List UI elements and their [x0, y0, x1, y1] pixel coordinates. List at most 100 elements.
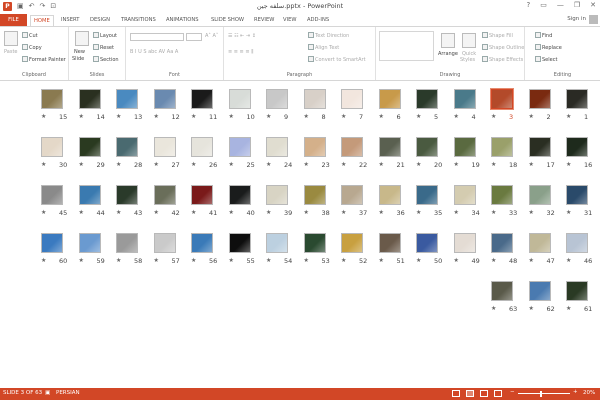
slide-thumbnail-item[interactable]: ★ 4 [453, 89, 476, 121]
slide-thumbnail[interactable] [228, 233, 251, 253]
reset-button[interactable]: Reset [93, 44, 114, 51]
slide-thumbnail[interactable] [453, 185, 476, 205]
slide-thumbnail-item[interactable]: ★ 3 [491, 89, 513, 121]
slide-thumbnail[interactable] [416, 233, 438, 253]
tab-insert[interactable]: INSERT [61, 15, 79, 26]
slide-thumbnail[interactable] [266, 89, 288, 109]
select-button[interactable]: Select [535, 56, 557, 63]
shape-fill-button[interactable]: Shape Fill [482, 32, 513, 39]
slide-thumbnail[interactable] [491, 137, 513, 157]
shape-effects-button[interactable]: Shape Effects [482, 56, 523, 63]
slide-thumbnail-item[interactable]: ★ 19 [453, 137, 480, 169]
font-name-box[interactable] [130, 33, 184, 41]
slide-thumbnail[interactable] [491, 281, 513, 301]
slide-thumbnail-item[interactable]: ★ 34 [453, 185, 480, 217]
slide-thumbnail-item[interactable]: ★ 33 [491, 185, 517, 217]
quick-styles-icon[interactable] [462, 33, 476, 48]
slide-thumbnail[interactable] [416, 89, 438, 109]
close-icon[interactable]: ✕ [590, 1, 596, 9]
slide-thumbnail[interactable] [341, 233, 363, 253]
slide-thumbnail-item[interactable]: ★ 43 [116, 185, 142, 217]
arrange-button[interactable]: Arrange [438, 51, 458, 57]
slide-thumbnail[interactable] [116, 137, 138, 157]
slide-thumbnail[interactable] [228, 89, 251, 109]
slide-thumbnail-item[interactable]: ★ 31 [566, 185, 592, 217]
slide-thumbnail-item[interactable]: ★ 39 [266, 185, 292, 217]
slide-thumbnail[interactable] [491, 185, 513, 205]
slide-thumbnail[interactable] [191, 89, 213, 109]
slide-thumbnail-item[interactable]: ★ 30 [41, 137, 67, 169]
find-button[interactable]: Find [535, 32, 552, 39]
slide-thumbnail-item[interactable]: ★ 42 [153, 185, 180, 217]
slide-thumbnail[interactable] [78, 89, 101, 109]
zoom-level[interactable]: 20% [583, 390, 595, 396]
tab-home[interactable]: HOME [30, 15, 54, 26]
slide-thumbnail-item[interactable]: ★ 49 [453, 233, 480, 265]
replace-button[interactable]: Replace [535, 44, 562, 51]
arrange-icon[interactable] [441, 33, 455, 48]
slide-thumbnail[interactable] [266, 233, 288, 253]
ribbon-display-options-icon[interactable]: ▭ [540, 1, 547, 9]
slide-thumbnail-item[interactable]: ★ 40 [228, 185, 255, 217]
font-size-box[interactable] [186, 33, 202, 41]
shape-outline-button[interactable]: Shape Outline [482, 44, 524, 51]
slide-thumbnail-item[interactable]: ★ 7 [341, 89, 363, 121]
zoom-slider[interactable] [518, 393, 570, 394]
slide-thumbnail-item[interactable]: ★ 47 [528, 233, 555, 265]
slide-thumbnail-item[interactable]: ★ 37 [341, 185, 367, 217]
slide-thumbnail[interactable] [266, 185, 288, 205]
cut-button[interactable]: Cut [22, 32, 38, 39]
slide-thumbnail-item[interactable]: ★ 54 [266, 233, 292, 265]
slide-thumbnail-item[interactable]: ★ 2 [528, 89, 551, 121]
zoom-out-icon[interactable]: − [510, 389, 515, 395]
grow-font-icon[interactable]: A˄ A˅ [205, 33, 218, 39]
normal-view-icon[interactable] [452, 390, 460, 397]
slide-thumbnail[interactable] [491, 233, 513, 253]
slide-thumbnail-item[interactable]: ★ 26 [191, 137, 217, 169]
slide-thumbnail[interactable] [78, 233, 101, 253]
slide-thumbnail[interactable] [303, 89, 326, 109]
language-indicator[interactable]: PERSIAN [56, 390, 80, 396]
slide-thumbnail-item[interactable]: ★ 29 [78, 137, 105, 169]
slide-thumbnail-item[interactable]: ★ 58 [116, 233, 142, 265]
slide-thumbnail-item[interactable]: ★ 13 [116, 89, 142, 121]
new-slide-button-line2[interactable]: Slide [72, 56, 84, 62]
slide-thumbnail[interactable] [191, 233, 213, 253]
zoom-in-icon[interactable]: + [573, 389, 578, 395]
minimize-icon[interactable]: — [557, 1, 564, 9]
slide-thumbnail[interactable] [41, 137, 63, 157]
slide-thumbnail[interactable] [341, 185, 363, 205]
slide-sorter[interactable]: ★ 1 ★ 2 ★ 3 ★ 4 ★ 5 ★ 6 ★ 7 ★ 8 ★ 9 ★ 10 ★ 11 ★ 12 ★ 13 ★ 14 ★ 15 ★ 16 ★… [0, 82, 600, 388]
slide-sorter-view-icon[interactable] [466, 390, 474, 397]
slide-thumbnail-item[interactable]: ★ 63 [491, 281, 517, 313]
slide-thumbnail[interactable] [453, 137, 476, 157]
convert-to-smartart-button[interactable]: Convert to SmartArt [308, 56, 366, 63]
slide-thumbnail[interactable] [266, 137, 288, 157]
slide-thumbnail-item[interactable]: ★ 53 [303, 233, 330, 265]
slide-thumbnail-item[interactable]: ★ 56 [191, 233, 217, 265]
slide-thumbnail-item[interactable]: ★ 14 [78, 89, 105, 121]
slide-thumbnail-item[interactable]: ★ 55 [228, 233, 255, 265]
paste-button[interactable]: Paste [4, 49, 18, 55]
slide-thumbnail-item[interactable]: ★ 17 [528, 137, 555, 169]
slide-thumbnail[interactable] [153, 185, 176, 205]
layout-button[interactable]: Layout [93, 32, 117, 39]
slide-thumbnail-item[interactable]: ★ 52 [341, 233, 367, 265]
slide-thumbnail[interactable] [566, 89, 588, 109]
slide-thumbnail[interactable] [416, 137, 438, 157]
slide-thumbnail[interactable] [566, 281, 588, 301]
slide-thumbnail-item[interactable]: ★ 59 [78, 233, 105, 265]
slide-thumbnail-item[interactable]: ★ 10 [228, 89, 255, 121]
slide-thumbnail[interactable] [341, 137, 363, 157]
slide-thumbnail-item[interactable]: ★ 15 [41, 89, 67, 121]
slide-thumbnail[interactable] [303, 233, 326, 253]
slide-show-view-icon[interactable] [494, 390, 502, 397]
tab-transitions[interactable]: TRANSITIONS [121, 15, 156, 26]
slide-thumbnail-item[interactable]: ★ 22 [341, 137, 367, 169]
slide-thumbnail[interactable] [228, 137, 251, 157]
slide-thumbnail-item[interactable]: ★ 18 [491, 137, 517, 169]
slide-thumbnail-item[interactable]: ★ 6 [378, 89, 401, 121]
new-slide-icon[interactable] [75, 31, 89, 46]
slide-thumbnail-item[interactable]: ★ 41 [191, 185, 217, 217]
slide-thumbnail-item[interactable]: ★ 21 [378, 137, 405, 169]
